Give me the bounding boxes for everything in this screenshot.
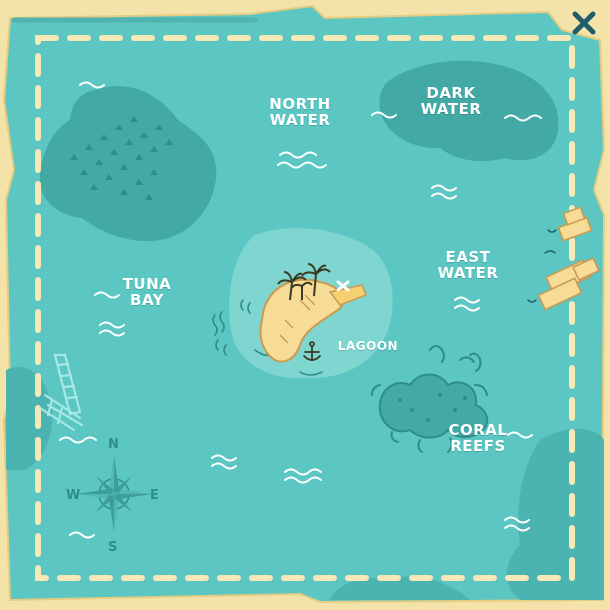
label-north-water: NORTH WATER [269,95,331,129]
compass-east-letter: E [150,488,159,503]
close-icon [572,11,596,35]
label-coral-reefs: CORAL REEFS [448,421,508,455]
label-dark-water: DARK WATER [420,84,482,118]
label-lagoon: LAGOON [337,339,399,353]
treasure-map: NORTH WATER DARK WATER TUNA BAY EAST WAT… [0,0,610,610]
label-east-water: EAST WATER [437,248,499,282]
label-tuna-bay: TUNA BAY [122,275,172,309]
map-canvas [0,0,610,610]
compass-north-letter: N [108,437,119,452]
compass-west-letter: W [66,488,81,503]
compass-south-letter: S [108,540,118,555]
close-button[interactable] [566,6,602,40]
